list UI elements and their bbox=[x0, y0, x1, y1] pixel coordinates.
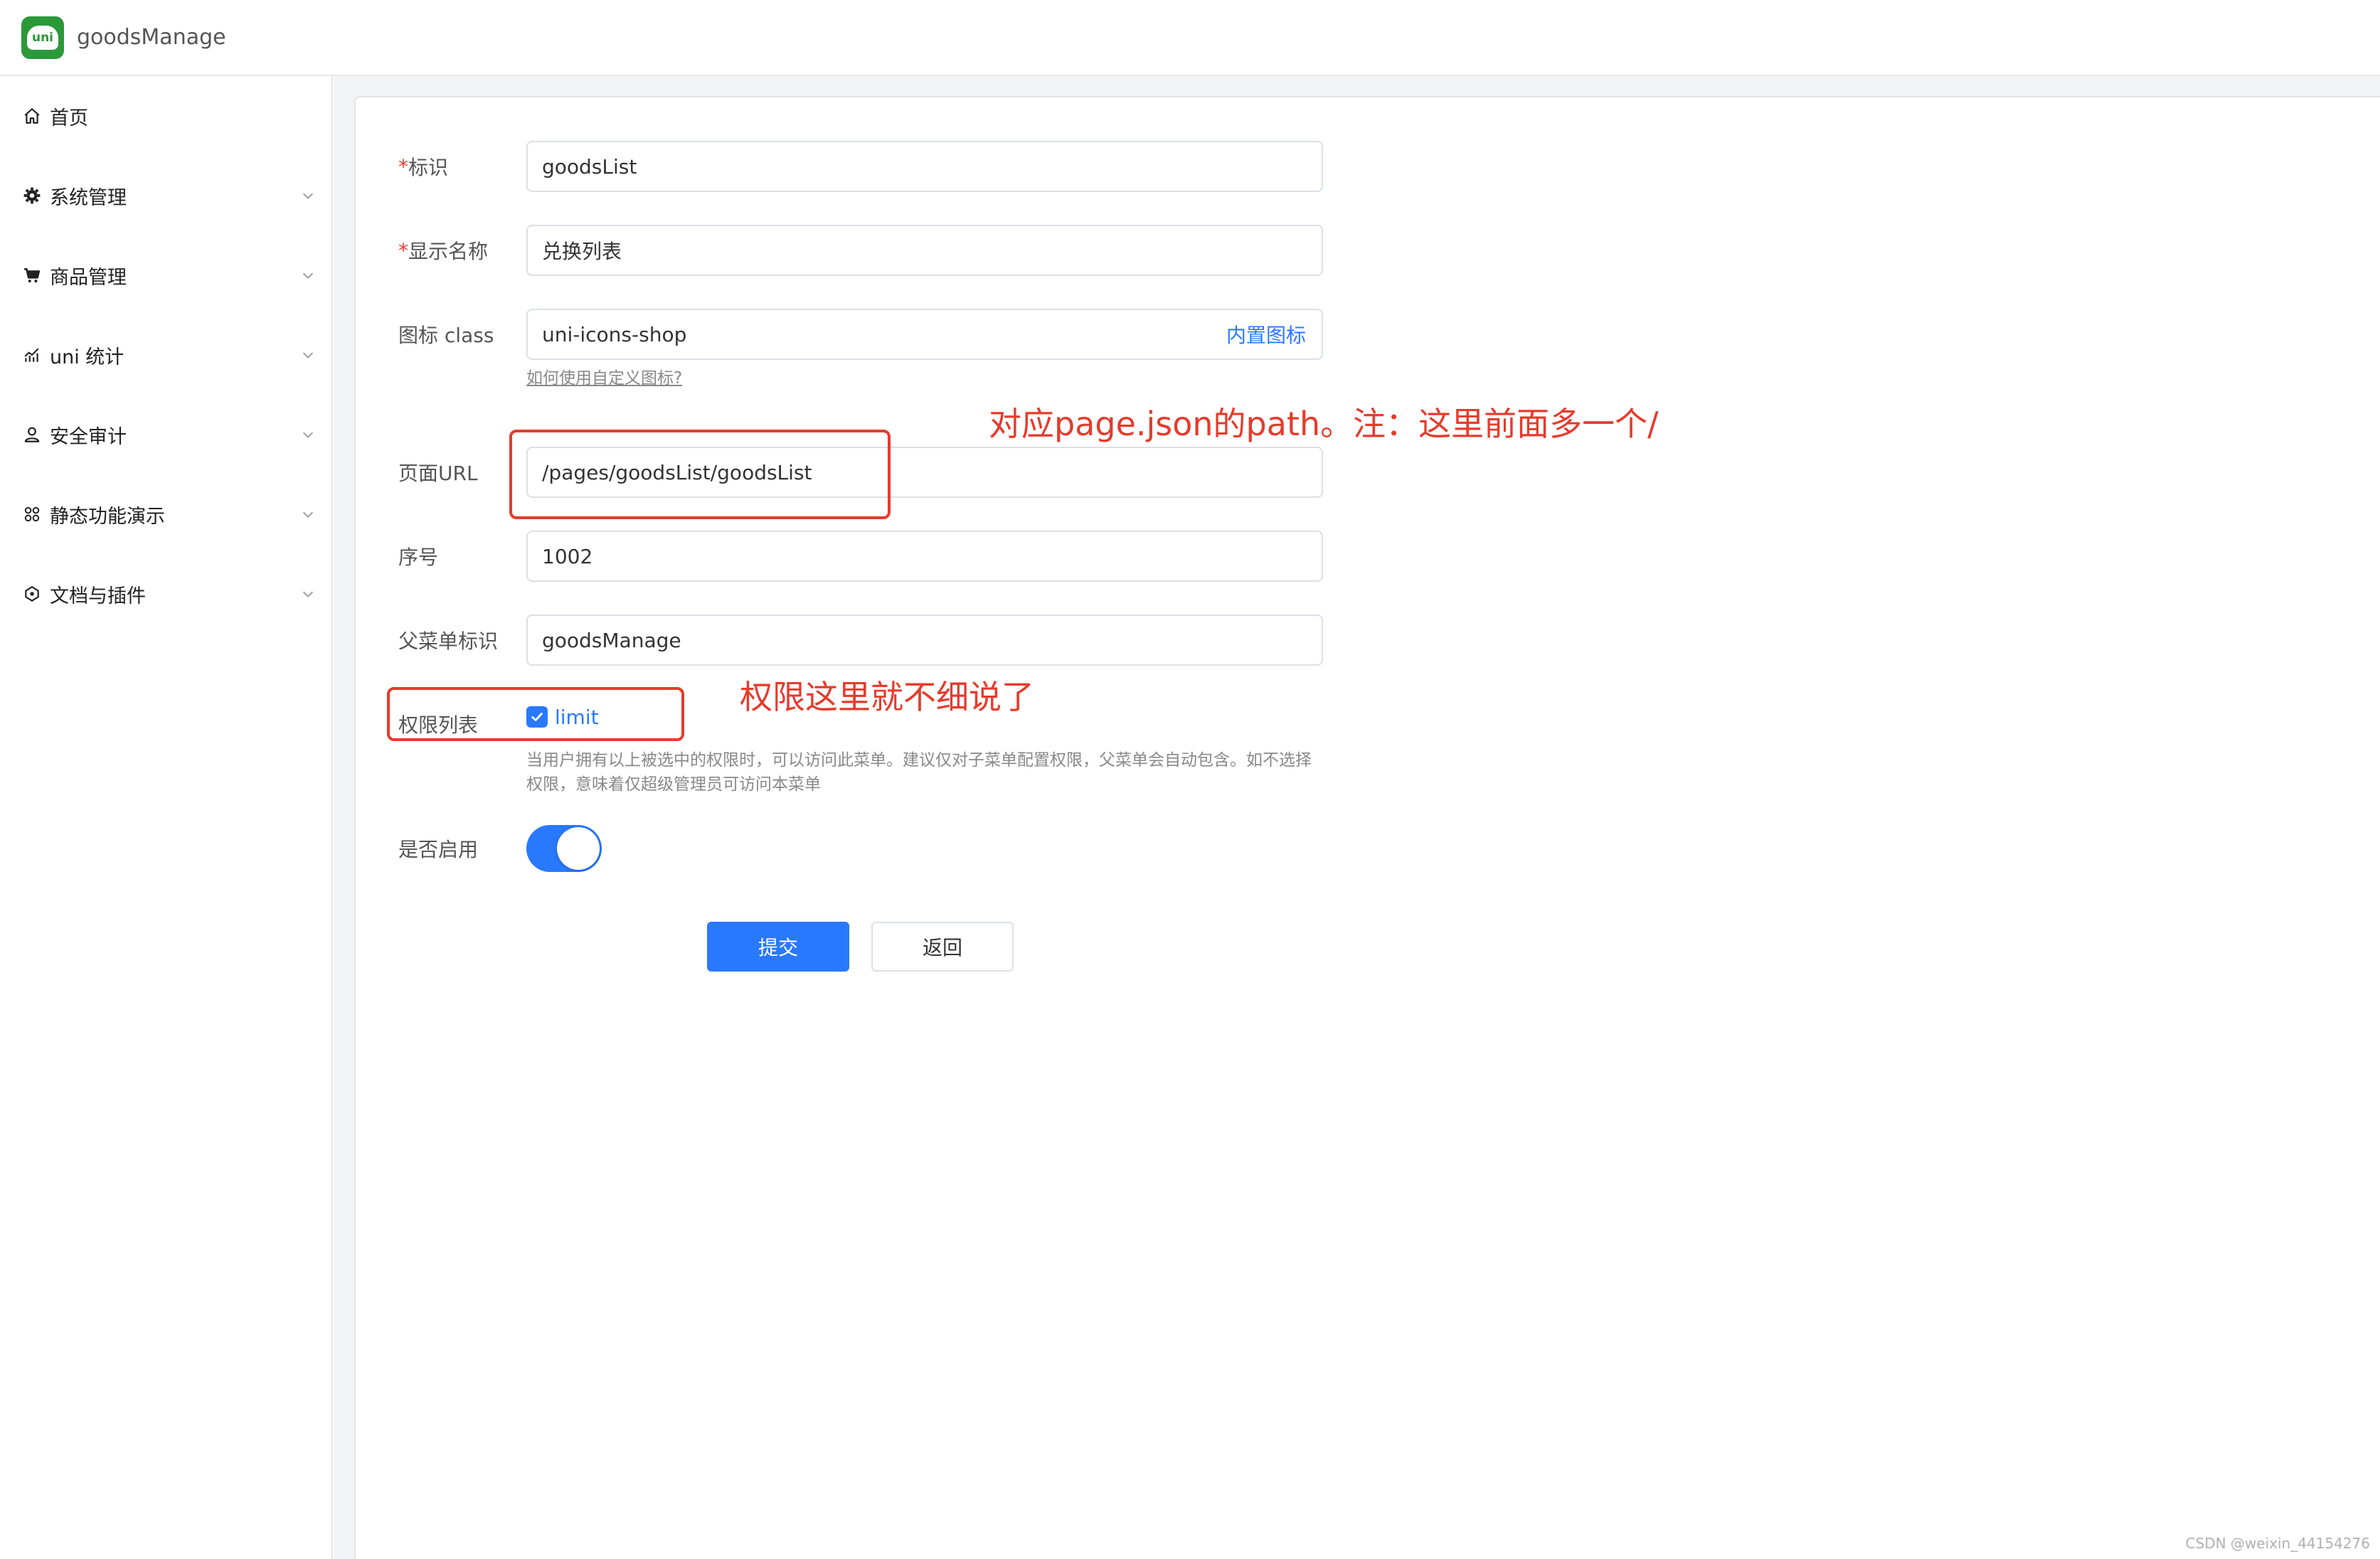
chevron-down-icon bbox=[299, 585, 317, 603]
id-label: * 标识 bbox=[398, 141, 448, 192]
enabled-label: 是否启用 bbox=[398, 838, 479, 861]
id-input[interactable] bbox=[526, 141, 1323, 192]
gear-icon bbox=[21, 185, 43, 206]
name-input[interactable] bbox=[526, 225, 1323, 276]
url-annotation: 对应page.json的path。注：这里前面多一个/ bbox=[989, 405, 1659, 443]
builtin-icons-link[interactable]: 内置图标 bbox=[1226, 309, 1306, 360]
permission-hint: 当用户拥有以上被选中的权限时，可以访问此菜单。建议仅对子菜单配置权限，父菜单会自… bbox=[526, 751, 1312, 794]
permission-highlight-box bbox=[387, 687, 684, 741]
name-label: * 显示名称 bbox=[398, 225, 488, 276]
sidebar-item-stats[interactable]: uni 统计 bbox=[0, 315, 333, 395]
id-label-text: 标识 bbox=[408, 156, 449, 179]
back-button[interactable]: 返回 bbox=[871, 922, 1014, 972]
sidebar-item-demo[interactable]: 静态功能演示 bbox=[0, 474, 333, 554]
sidebar-item-home[interactable]: 首页 bbox=[0, 76, 333, 156]
switch-knob bbox=[557, 827, 600, 870]
sidebar-item-docs[interactable]: 文档与插件 bbox=[0, 554, 333, 634]
sidebar-item-label: 静态功能演示 bbox=[50, 505, 165, 528]
logo-text: uni bbox=[27, 25, 58, 50]
required-mark: * bbox=[398, 238, 408, 262]
sidebar-item-label: 商品管理 bbox=[50, 266, 127, 289]
order-input[interactable] bbox=[526, 531, 1323, 582]
home-icon bbox=[21, 105, 43, 127]
url-highlight-box bbox=[509, 430, 891, 519]
order-label: 序号 bbox=[398, 546, 439, 569]
sidebar-item-label: 文档与插件 bbox=[50, 585, 146, 607]
parent-menu-label: 父菜单标识 bbox=[398, 629, 499, 653]
parent-menu-input[interactable] bbox=[526, 614, 1323, 666]
sidebar-item-label: 首页 bbox=[50, 107, 88, 129]
sidebar-item-label: 安全审计 bbox=[50, 425, 127, 448]
watermark: CSDN @weixin_44154276 bbox=[2185, 1535, 2370, 1552]
cart-icon bbox=[21, 265, 43, 286]
page-url-label: 页面URL bbox=[398, 462, 478, 485]
permission-annotation: 权限这里就不细说了 bbox=[740, 678, 1034, 716]
submit-button[interactable]: 提交 bbox=[707, 922, 849, 972]
app-logo[interactable]: uni bbox=[21, 16, 64, 59]
user-icon bbox=[21, 424, 43, 445]
sidebar-item-goods[interactable]: 商品管理 bbox=[0, 235, 333, 315]
name-label-text: 显示名称 bbox=[408, 240, 489, 263]
sidebar-item-system[interactable]: 系统管理 bbox=[0, 156, 333, 235]
grid-icon bbox=[21, 504, 43, 525]
top-bar: uni goodsManage bbox=[0, 0, 2380, 76]
chevron-down-icon bbox=[299, 346, 317, 364]
chart-icon bbox=[21, 344, 43, 366]
enabled-switch[interactable] bbox=[526, 825, 602, 872]
app-title: goodsManage bbox=[77, 25, 226, 50]
chevron-down-icon bbox=[299, 425, 317, 444]
sidebar-item-audit[interactable]: 安全审计 bbox=[0, 395, 333, 474]
sidebar-item-label: uni 统计 bbox=[50, 346, 124, 368]
chevron-down-icon bbox=[299, 186, 317, 205]
sidebar: 首页 系统管理 商品管理 uni 统计 安全审计 静态功能演示 文档与插件 bbox=[0, 76, 333, 1559]
plugin-icon bbox=[21, 583, 43, 605]
required-mark: * bbox=[398, 154, 408, 179]
icon-class-input[interactable] bbox=[526, 309, 1323, 360]
chevron-down-icon bbox=[299, 266, 317, 284]
chevron-down-icon bbox=[299, 505, 317, 523]
sidebar-item-label: 系统管理 bbox=[50, 186, 127, 209]
icon-class-label: 图标 class bbox=[398, 324, 494, 347]
custom-icon-help-link[interactable]: 如何使用自定义图标? bbox=[526, 364, 682, 388]
